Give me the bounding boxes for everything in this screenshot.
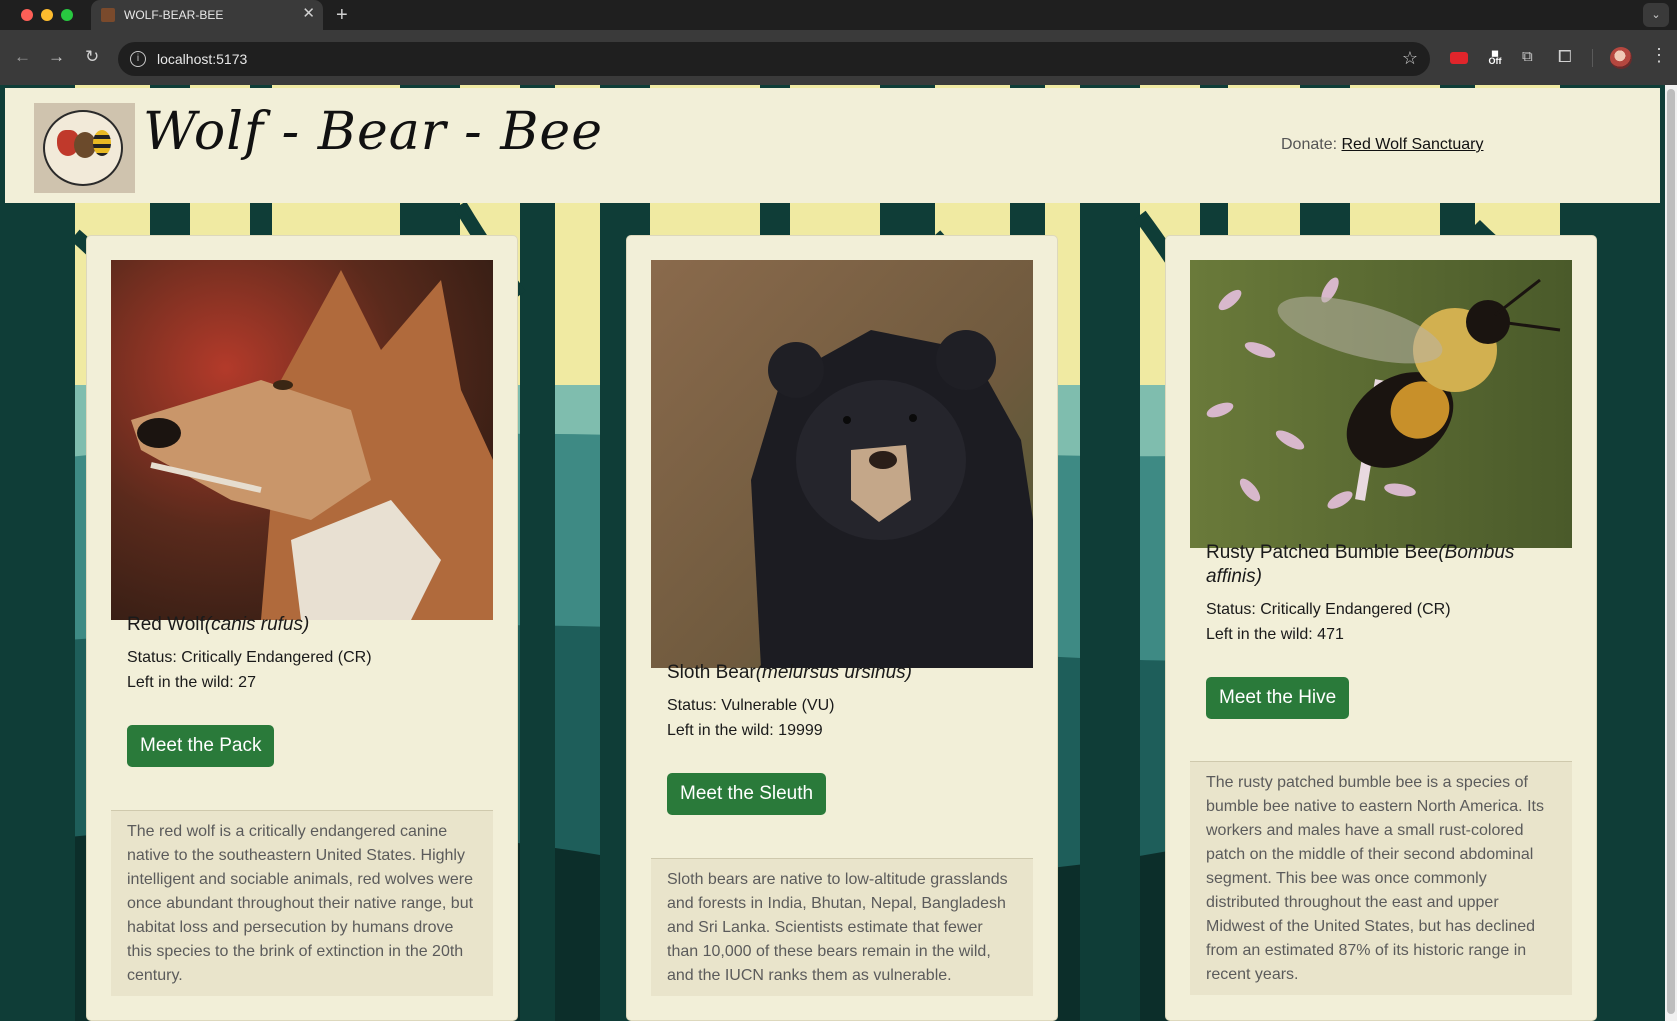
tab-title: WOLF-BEAR-BEE [124, 8, 224, 22]
page-viewport: Wolf - Bear - Bee Donate: Red Wolf Sanct… [0, 85, 1665, 1021]
profile-avatar[interactable] [1610, 47, 1632, 69]
common-name: Sloth Bear [667, 662, 756, 683]
bee-icon [93, 130, 111, 156]
sloth-bear-photo [651, 260, 1033, 668]
animal-description: The rusty patched bumble bee is a specie… [1190, 761, 1572, 995]
minimize-window-icon[interactable] [41, 9, 53, 21]
page-scrollbar[interactable] [1665, 85, 1677, 1021]
latin-name: (melursus ursinus) [755, 662, 912, 683]
donate-label: Donate: [1281, 136, 1338, 153]
toolbar-divider [1592, 49, 1593, 67]
extension-off-label: Off [1488, 56, 1502, 66]
animal-name: Rusty Patched Bumble Bee(Bombus affinis) [1206, 541, 1566, 589]
wild-population: Left in the wild: 19999 [667, 722, 823, 739]
wild-population: Left in the wild: 471 [1206, 626, 1344, 643]
card-body: Sloth Bear(melursus ursinus) Status: Vul… [667, 661, 1027, 815]
bumble-bee-photo [1190, 260, 1572, 548]
favicon-icon [101, 8, 115, 22]
browser-toolbar: ← → ↻ i localhost:5173 ☆ [0, 30, 1677, 85]
url-text[interactable]: localhost:5173 [157, 51, 247, 67]
maximize-window-icon[interactable] [61, 9, 73, 21]
forward-arrow-icon[interactable]: → [48, 46, 65, 68]
wild-population: Left in the wild: 27 [127, 674, 256, 691]
site-title: Wolf - Bear - Bee [143, 102, 603, 162]
animal-description: The red wolf is a critically endangered … [111, 810, 493, 996]
animal-name: Red Wolf(canis rufus) [127, 613, 487, 637]
off-extension-icon[interactable]: ◼ Off [1484, 49, 1506, 67]
conservation-status: Status: Critically Endangered (CR) [1206, 601, 1451, 618]
back-arrow-icon[interactable]: ← [14, 46, 31, 68]
browser-tab-bar: WOLF-BEAR-BEE ✕ + ⌄ [0, 0, 1677, 30]
meet-the-sleuth-button[interactable]: Meet the Sleuth [667, 773, 827, 815]
reload-icon[interactable]: ↻ [85, 46, 99, 68]
conservation-status: Status: Vulnerable (VU) [667, 697, 835, 714]
card-body: Red Wolf(canis rufus) Status: Critically… [127, 613, 487, 767]
close-window-icon[interactable] [21, 9, 33, 21]
animal-card-bumble-bee: Rusty Patched Bumble Bee(Bombus affinis)… [1165, 235, 1597, 1021]
tab-close-icon[interactable]: ✕ [302, 5, 315, 23]
browser-menu-icon[interactable]: ⋮ [1650, 45, 1668, 66]
new-tab-icon[interactable]: + [336, 3, 348, 27]
extensions-puzzle-icon[interactable]: ⧠ [1558, 47, 1572, 66]
card-body: Rusty Patched Bumble Bee(Bombus affinis)… [1206, 541, 1566, 719]
logo-badge-icon [43, 110, 123, 186]
bookmark-star-icon[interactable]: ☆ [1402, 48, 1418, 69]
tab-search-chevron-icon[interactable]: ⌄ [1643, 3, 1669, 27]
common-name: Red Wolf [127, 614, 205, 635]
meet-the-hive-button[interactable]: Meet the Hive [1206, 677, 1350, 719]
animal-card-sloth-bear: Sloth Bear(melursus ursinus) Status: Vul… [626, 235, 1058, 1021]
animal-name: Sloth Bear(melursus ursinus) [667, 661, 1027, 685]
conservation-status: Status: Critically Endangered (CR) [127, 649, 372, 666]
common-name: Rusty Patched Bumble Bee [1206, 542, 1439, 563]
site-info-icon[interactable]: i [130, 51, 146, 67]
latin-name: (canis rufus) [204, 614, 310, 635]
site-header: Wolf - Bear - Bee Donate: Red Wolf Sanct… [5, 88, 1660, 203]
browser-tab-active[interactable]: WOLF-BEAR-BEE ✕ [91, 0, 323, 30]
animal-card-red-wolf: Red Wolf(canis rufus) Status: Critically… [86, 235, 518, 1021]
red-wolf-photo [111, 260, 493, 620]
site-logo[interactable] [34, 103, 135, 193]
scrollbar-thumb[interactable] [1667, 89, 1675, 1014]
animal-description: Sloth bears are native to low-altitude g… [651, 858, 1033, 996]
youtube-extension-icon[interactable] [1450, 52, 1468, 64]
donate-area: Donate: Red Wolf Sanctuary [1281, 136, 1484, 154]
address-bar[interactable]: i localhost:5173 ☆ [118, 42, 1430, 76]
meet-the-pack-button[interactable]: Meet the Pack [127, 725, 275, 767]
translate-extension-icon[interactable]: ⧉ [1522, 48, 1533, 66]
red-wolf-sanctuary-link[interactable]: Red Wolf Sanctuary [1342, 136, 1484, 153]
